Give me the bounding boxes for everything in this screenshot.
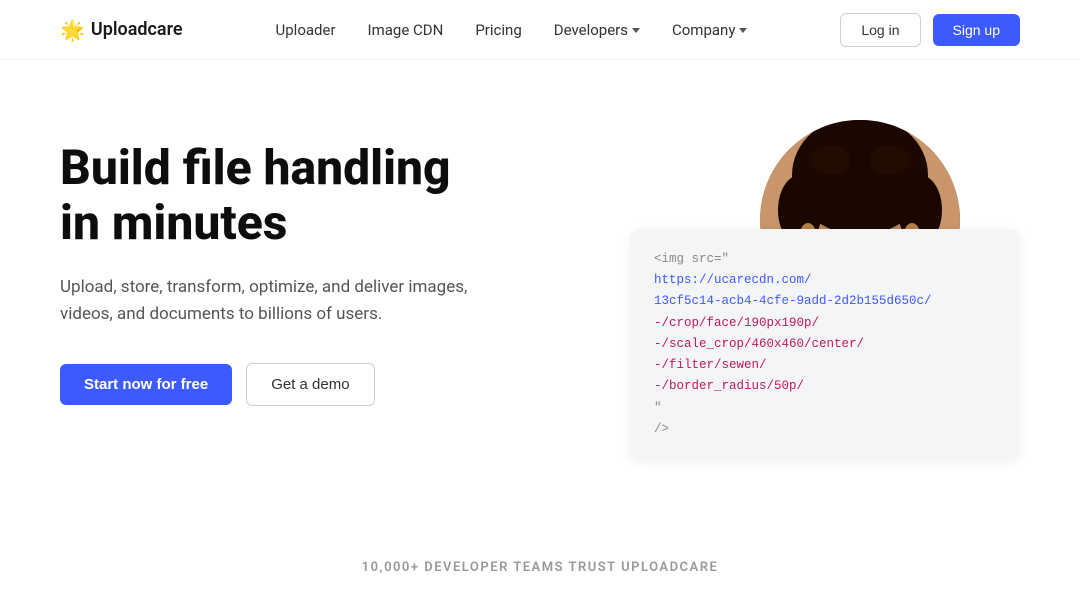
hero-buttons: Start now for free Get a demo xyxy=(60,363,520,406)
code-url2: 13cf5c14-acb4-4cfe-9add-2d2b155d650c/ xyxy=(654,294,932,308)
hero-subtitle: Upload, store, transform, optimize, and … xyxy=(60,274,520,327)
code-tag-open: <img src=" xyxy=(654,252,729,266)
code-close: /> xyxy=(654,422,669,436)
code-attr: " xyxy=(654,401,662,415)
code-card: <img src=" https://ucarecdn.com/ 13cf5c1… xyxy=(630,229,1020,460)
hero-title: Build file handling in minutes xyxy=(60,140,520,250)
logo[interactable]: 🌟 Uploadcare xyxy=(60,18,183,42)
hero-text: Build file handling in minutes Upload, s… xyxy=(60,120,520,406)
start-free-button[interactable]: Start now for free xyxy=(60,364,232,405)
signup-button[interactable]: Sign up xyxy=(933,14,1020,46)
trust-text: 10,000+ DEVELOPER TEAMS TRUST UPLOADCARE xyxy=(362,560,719,575)
code-transform4: -/border_radius/50p/ xyxy=(654,379,804,393)
code-transform3: -/filter/sewen/ xyxy=(654,358,767,372)
company-dropdown-icon xyxy=(739,28,747,33)
nav-item-company[interactable]: Company xyxy=(672,21,747,39)
nav-item-uploader[interactable]: Uploader xyxy=(276,21,336,39)
code-transform2: -/scale_crop/460x460/center/ xyxy=(654,337,864,351)
trust-bar: 10,000+ DEVELOPER TEAMS TRUST UPLOADCARE xyxy=(0,520,1080,595)
logo-icon: 🌟 xyxy=(60,18,85,42)
nav-item-imagecdn[interactable]: Image CDN xyxy=(368,21,444,39)
nav-item-developers[interactable]: Developers xyxy=(554,21,640,39)
get-demo-button[interactable]: Get a demo xyxy=(246,363,374,406)
code-url1: https://ucarecdn.com/ xyxy=(654,273,812,287)
developers-dropdown-icon xyxy=(632,28,640,33)
code-transform1: -/crop/face/190px190p/ xyxy=(654,316,819,330)
nav-item-pricing[interactable]: Pricing xyxy=(475,21,521,39)
brand-name: Uploadcare xyxy=(91,19,183,40)
nav-links: Uploader Image CDN Pricing Developers Co… xyxy=(276,21,748,39)
navigation: 🌟 Uploadcare Uploader Image CDN Pricing … xyxy=(0,0,1080,60)
hero-section: Build file handling in minutes Upload, s… xyxy=(0,60,1080,520)
login-button[interactable]: Log in xyxy=(840,13,920,47)
nav-actions: Log in Sign up xyxy=(840,13,1020,47)
hero-visual: <img src=" https://ucarecdn.com/ 13cf5c1… xyxy=(600,120,1020,480)
